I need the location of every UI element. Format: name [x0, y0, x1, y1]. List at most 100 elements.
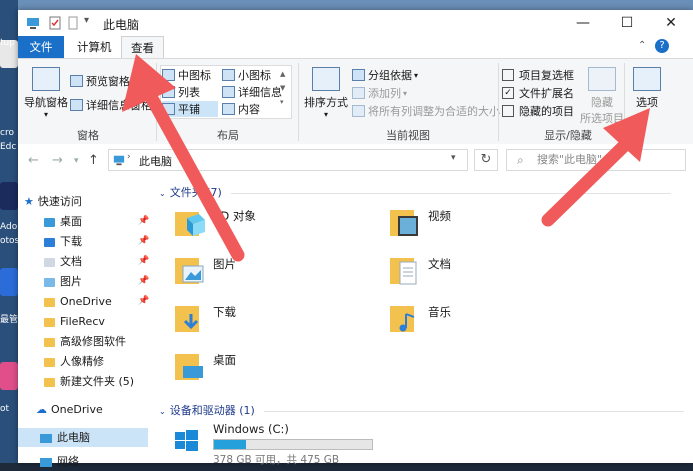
breadcrumb-chevron-icon[interactable]: ›	[127, 152, 131, 162]
quick-access-toolbar-dropdown-icon[interactable]: ▾	[84, 15, 89, 26]
layout-tiles[interactable]: 平铺	[162, 101, 218, 117]
folder-item-desktop[interactable]: 桌面	[173, 350, 373, 390]
layout-content[interactable]: 内容	[222, 101, 260, 117]
folder-icon	[44, 377, 55, 387]
layout-medium-icons[interactable]: 中图标	[162, 67, 211, 83]
chevron-down-icon: ⌄	[159, 189, 166, 198]
minimize-button[interactable]: —	[561, 10, 605, 36]
layout-details[interactable]: 详细信息	[222, 84, 282, 100]
pin-icon[interactable]: 📌	[138, 236, 149, 246]
sidebar-item-downloads[interactable]: 下载	[44, 232, 82, 251]
pin-icon[interactable]: 📌	[138, 276, 149, 286]
back-arrow-icon[interactable]: ←	[28, 153, 39, 168]
drive-space-info: 378 GB 可用，共 475 GB	[213, 454, 340, 466]
star-icon: ★	[24, 195, 34, 208]
folder-item-documents[interactable]: 文档	[388, 254, 588, 294]
sidebar-item-network[interactable]: 网络	[40, 452, 79, 471]
options-button[interactable]: 选项	[628, 67, 666, 110]
folders-section-header[interactable]: ⌄ 文件夹 (7)	[159, 184, 672, 200]
desktop-icon	[44, 217, 55, 227]
devices-header-label: 设备和驱动器 (1)	[169, 404, 255, 417]
new-folder-icon[interactable]	[66, 16, 80, 30]
folder-item-pictures[interactable]: 图片	[173, 254, 373, 294]
add-columns-button[interactable]: 添加列 ▾	[352, 85, 407, 101]
folder-name: 视频	[428, 209, 451, 223]
group-by-label: 分组依据	[368, 69, 412, 82]
desktop-label: otos	[0, 236, 18, 246]
folder-item-music[interactable]: 音乐	[388, 302, 588, 342]
tab-computer[interactable]: 计算机	[68, 36, 121, 58]
close-button[interactable]: ✕	[649, 10, 693, 36]
sidebar-item-portrait-retouch[interactable]: 人像精修	[44, 352, 104, 371]
sidebar-item-this-pc[interactable]: 此电脑	[18, 428, 148, 447]
address-box[interactable]: › 此电脑 ▾	[108, 149, 468, 171]
file-explorer-window: ▾ 此电脑 — ☐ ✕ 文件 计算机 查看 ⌃ ? 导航窗格 ▾ 预览窗格 详细…	[18, 10, 693, 468]
layout-gallery-scroll-icon[interactable]: ▲ ▼ ▾	[280, 67, 285, 109]
up-arrow-icon[interactable]: ↑	[88, 153, 99, 168]
sidebar-item-label: 快速访问	[37, 195, 82, 208]
pin-icon[interactable]: 📌	[138, 296, 149, 306]
desktop-label: ot	[0, 404, 10, 414]
sidebar-item-new-folder-5[interactable]: 新建文件夹 (5)	[44, 372, 134, 391]
hidden-items-checkbox[interactable]	[502, 105, 514, 117]
folder-item-3d-objects[interactable]: 3D 对象	[173, 206, 373, 246]
help-icon[interactable]: ?	[655, 39, 669, 53]
sidebar-item-desktop[interactable]: 桌面	[44, 212, 82, 231]
size-all-columns-label: 将所有列调整为合适的大小	[368, 105, 500, 118]
list-icon	[162, 86, 175, 98]
size-columns-icon	[352, 105, 365, 117]
maximize-button[interactable]: ☐	[605, 10, 649, 36]
recent-locations-icon[interactable]: ▾	[74, 156, 79, 166]
sidebar-item-onedrive-pinned[interactable]: OneDrive	[44, 292, 112, 311]
tab-file[interactable]: 文件	[18, 36, 64, 58]
file-extensions-toggle[interactable]: ✓ 文件扩展名	[502, 85, 574, 101]
refresh-button[interactable]: ↻	[474, 149, 498, 171]
address-path[interactable]: 此电脑	[139, 153, 172, 169]
tab-view[interactable]: 查看	[121, 36, 164, 59]
pin-icon[interactable]: 📌	[138, 256, 149, 266]
sort-by-button[interactable]: 排序方式 ▾	[302, 67, 350, 119]
ribbon-collapse-icon[interactable]: ⌃	[638, 40, 646, 51]
current-view-group-label: 当前视图	[386, 129, 430, 142]
sidebar-item-onedrive[interactable]: ☁ OneDrive	[36, 400, 103, 419]
navigation-pane-button[interactable]: 导航窗格 ▾	[24, 67, 68, 119]
forward-arrow-icon[interactable]: →	[52, 153, 63, 168]
address-dropdown-icon[interactable]: ▾	[451, 153, 456, 163]
this-pc-icon	[27, 18, 39, 29]
layout-list[interactable]: 列表	[162, 84, 200, 100]
file-extensions-label: 文件扩展名	[519, 87, 574, 100]
sidebar-item-label: OneDrive	[51, 403, 103, 416]
add-columns-dropdown-icon: ▾	[403, 88, 408, 98]
preview-pane-button[interactable]: 预览窗格	[70, 73, 130, 89]
sidebar-item-pictures[interactable]: 图片	[44, 272, 82, 291]
sidebar-item-quick-access[interactable]: ★ 快速访问	[24, 192, 82, 211]
folder-item-downloads[interactable]: 下载	[173, 302, 373, 342]
sidebar-item-advanced-retouch[interactable]: 高级修图软件	[44, 332, 126, 351]
hidden-items-toggle[interactable]: 隐藏的项目	[502, 103, 574, 119]
search-placeholder: 搜索"此电脑"	[537, 153, 603, 166]
desktop-app-icon[interactable]	[0, 362, 18, 390]
details-pane-button[interactable]: 详细信息窗格	[70, 97, 152, 113]
search-input[interactable]: ⌕ 搜索"此电脑"	[506, 149, 686, 171]
desktop-app-icon[interactable]	[0, 268, 18, 296]
properties-icon[interactable]	[48, 16, 62, 30]
folder-item-videos[interactable]: 视频	[388, 206, 588, 246]
size-all-columns-button[interactable]: 将所有列调整为合适的大小	[352, 103, 500, 119]
sidebar-item-filerecv[interactable]: FileRecv	[44, 312, 105, 331]
pin-icon[interactable]: 📌	[138, 216, 149, 226]
sidebar-item-documents[interactable]: 文档	[44, 252, 82, 271]
group-by-button[interactable]: 分组依据 ▾	[352, 67, 418, 83]
file-extensions-checkbox[interactable]: ✓	[502, 87, 514, 99]
devices-section-header[interactable]: ⌄ 设备和驱动器 (1)	[159, 402, 685, 418]
layout-item-label: 内容	[238, 103, 260, 116]
item-checkboxes-checkbox[interactable]	[502, 69, 514, 81]
details-icon	[222, 86, 235, 98]
layout-small-icons[interactable]: 小图标	[222, 67, 271, 83]
item-checkboxes-toggle[interactable]: 项目复选框	[502, 67, 574, 83]
group-by-icon	[352, 69, 365, 81]
ribbon-separator	[498, 63, 499, 141]
hide-selected-button[interactable]: 隐藏 所选项目	[580, 67, 624, 126]
3d-objects-icon	[175, 212, 205, 236]
navigation-pane-label: 导航窗格	[24, 96, 68, 109]
photoshop-icon[interactable]	[0, 182, 18, 210]
